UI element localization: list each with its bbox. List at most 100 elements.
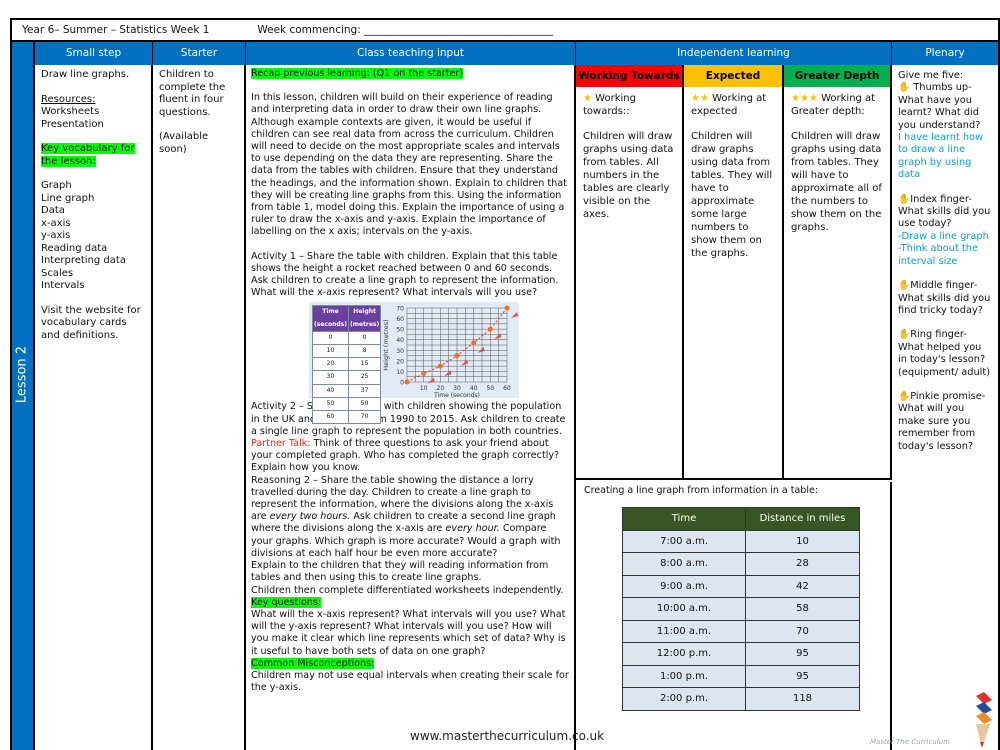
x-axis-label: Time (seconds) bbox=[433, 392, 480, 398]
distance-table-cell: 118 bbox=[745, 687, 860, 711]
class-teaching-cell: Recap previous learning: (Q1 on the star… bbox=[246, 65, 576, 750]
rocket-table-cell: 37 bbox=[347, 383, 382, 398]
level-expected: Expected bbox=[684, 65, 784, 87]
vocab-item: Graph bbox=[41, 180, 72, 191]
distance-table-header: Distance in miles bbox=[745, 507, 860, 531]
small-step-title: Draw line graphs. bbox=[41, 69, 130, 80]
header-starter: Starter bbox=[153, 42, 246, 65]
reasoning-emphasis: every hour. bbox=[445, 523, 500, 535]
x-tick-label: 30 bbox=[453, 385, 461, 392]
key-questions-label: Key questions: bbox=[251, 596, 322, 608]
level-greater-depth: Greater Depth bbox=[784, 65, 892, 87]
vocab-item: Data bbox=[41, 205, 65, 216]
plenary-index-answer: -Draw a line graph bbox=[898, 230, 989, 242]
vocab-item: Interpreting data bbox=[41, 255, 126, 266]
plenary-thumb: Thumbs up- What have you learnt? What di… bbox=[898, 82, 981, 131]
vocab-item: Reading data bbox=[41, 242, 108, 254]
rocket-table-cell: 50 bbox=[312, 396, 349, 412]
vocab-item: Scales bbox=[41, 267, 74, 279]
hand-icon: ✋ bbox=[898, 280, 911, 292]
star-icon: ★★★ bbox=[791, 93, 818, 104]
rocket-table-row: 00 bbox=[312, 330, 382, 346]
distance-table-row: 1:00 p.m. 95 bbox=[622, 664, 860, 688]
header-independent: Independent learning bbox=[576, 42, 892, 65]
x-tick-label: 50 bbox=[487, 385, 495, 392]
hand-icon: ✋ bbox=[898, 329, 911, 341]
level-working-towards: Working Towards bbox=[576, 65, 684, 87]
distance-table-cell: 9:00 a.m. bbox=[622, 574, 746, 598]
rocket-table-cell: 20 bbox=[312, 357, 349, 372]
rocket-icon bbox=[461, 360, 468, 367]
lesson-label: Lesson 2 bbox=[14, 345, 30, 404]
rocket-table-cell: 30 bbox=[312, 370, 349, 385]
rocket-table-header: Time (seconds) bbox=[312, 305, 349, 332]
distance-table-header: Time bbox=[622, 507, 746, 531]
rocket-table-cell: 25 bbox=[347, 370, 382, 385]
y-tick-label: 70 bbox=[396, 306, 404, 313]
rocket-figure: Time (seconds) Height (metres) 0 0 10 8 20 15… bbox=[309, 302, 519, 425]
distance-table-cell: 8:00 a.m. bbox=[622, 552, 746, 576]
y-tick-label: 40 bbox=[396, 338, 404, 345]
rocket-table-row: 20 15 bbox=[312, 357, 382, 372]
starter-text: Children to complete the fluent in four … bbox=[159, 69, 226, 118]
distance-table-cell: 10 bbox=[745, 529, 860, 553]
distance-table-cell: 42 bbox=[745, 574, 860, 598]
title-bar: Year 6– Summer – Statistics Week 1 Week … bbox=[10, 18, 1000, 40]
level-text: Children will draw graphs using data fro… bbox=[791, 131, 882, 233]
lesson-column: Lesson 2 bbox=[10, 42, 33, 750]
plenary-index: Index finger- What skills did you use to… bbox=[898, 193, 991, 230]
level-text: Children will draw graphs using data fro… bbox=[583, 131, 674, 220]
distance-table-cell: 28 bbox=[745, 552, 860, 576]
x-tick-label: 40 bbox=[470, 385, 478, 392]
activity-1: Activity 1 – Share the table with childr… bbox=[251, 250, 559, 299]
x-tick-label: 10 bbox=[420, 385, 428, 392]
data-point bbox=[421, 371, 427, 377]
partner-talk-label: Partner Talk: bbox=[251, 438, 311, 450]
y-tick-label: 20 bbox=[396, 359, 404, 366]
vocab-label: Key vocabulary for the lesson: bbox=[41, 143, 135, 167]
y-tick-label: 30 bbox=[396, 348, 404, 355]
rocket-table-cell: 15 bbox=[347, 357, 382, 372]
distance-table-cell: 95 bbox=[745, 642, 860, 666]
rocket-icon bbox=[494, 333, 502, 340]
distance-table-row: 10:00 a.m. 58 bbox=[622, 597, 860, 621]
header-plenary: Plenary bbox=[892, 42, 998, 65]
table-caption: Creating a line graph from information i… bbox=[584, 485, 819, 496]
data-point bbox=[487, 327, 493, 333]
rocket-table-cell: 8 bbox=[347, 344, 382, 359]
reasoning-emphasis: every two hours. bbox=[269, 511, 351, 523]
plenary-thumb-answer: I have learnt how to draw a line graph b… bbox=[898, 132, 984, 181]
level-text: Children will draw graphs using data fro… bbox=[691, 131, 773, 259]
rocket-table-row: 10 8 bbox=[312, 344, 382, 359]
worksheets-text: Children then complete differentiated wo… bbox=[251, 584, 564, 596]
vocab-item: x-axis bbox=[41, 217, 71, 229]
plenary-middle: Middle finger- What skills did you find … bbox=[898, 280, 991, 316]
rocket-table-cell: 40 bbox=[312, 383, 349, 398]
y-tick-label: 50 bbox=[396, 327, 404, 334]
website-link[interactable]: www.masterthecurriculum.co.uk bbox=[410, 729, 604, 743]
reasoning-2: Reasoning 2 – Share the table showing th… bbox=[251, 475, 569, 560]
pencil-logo-icon bbox=[976, 692, 992, 748]
plenary-ring: Ring finger- What helped you in today's … bbox=[898, 329, 991, 378]
distance-table-cell: 2:00 p.m. bbox=[622, 687, 746, 711]
resources-label: Resources: bbox=[41, 93, 96, 105]
starter-availability: (Available soon) bbox=[159, 131, 209, 155]
distance-table-row: 7:00 a.m. 10 bbox=[622, 529, 860, 553]
data-point bbox=[471, 340, 477, 346]
rocket-table-row: 40 37 bbox=[312, 383, 382, 398]
week-commencing: Week commencing: _______________________… bbox=[257, 24, 554, 36]
rocket-icon bbox=[477, 347, 485, 354]
key-questions: What will the x-axis represent? What int… bbox=[251, 608, 566, 657]
rocket-icon bbox=[444, 370, 452, 377]
starter-cell: Children to complete the fluent in four … bbox=[153, 65, 246, 750]
plenary-intro: Give me five: bbox=[898, 70, 964, 81]
y-tick-label: 60 bbox=[396, 317, 404, 324]
distance-table-row: 2:00 p.m. 118 bbox=[622, 687, 860, 711]
resource-item: Presentation bbox=[41, 118, 104, 130]
rocket-table-row: 50 50 bbox=[312, 396, 382, 412]
plenary-index-answer: -Think about the interval size bbox=[898, 243, 979, 267]
data-point bbox=[437, 364, 443, 370]
distance-table-cell: 58 bbox=[745, 597, 860, 621]
hand-icon: ✋ bbox=[898, 193, 911, 205]
distance-table-row: 9:00 a.m. 42 bbox=[622, 574, 860, 598]
